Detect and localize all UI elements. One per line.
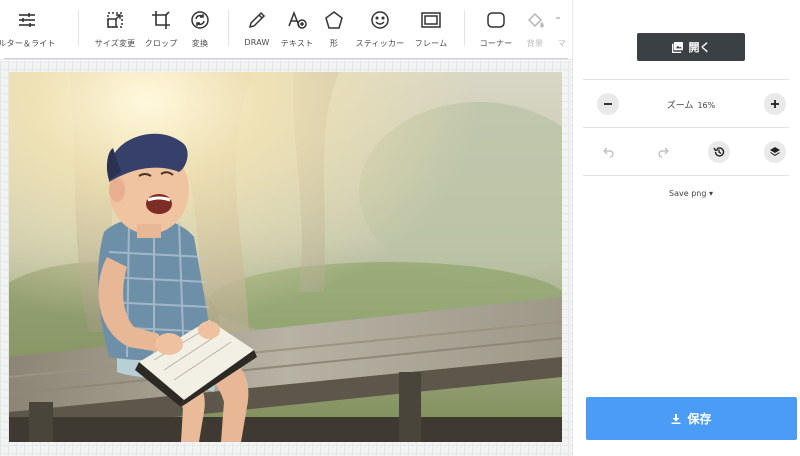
tool-background[interactable]: 背景 (522, 6, 548, 52)
pencil-icon (248, 11, 266, 29)
canvas-image[interactable] (9, 72, 562, 442)
layers-button[interactable] (764, 141, 786, 163)
corner-icon (487, 12, 505, 28)
toolbar-divider (228, 10, 229, 46)
panel-divider (583, 127, 789, 128)
zoom-out-button[interactable] (597, 93, 619, 115)
zoom-in-button[interactable] (764, 93, 786, 115)
toolbar-divider (464, 10, 465, 46)
tool-label: サイズ変更 (94, 39, 136, 48)
tool-resize[interactable]: サイズ変更 (92, 6, 138, 52)
zoom-indicator: ズーム 16% (633, 98, 749, 111)
tool-label: 変換 (191, 39, 209, 48)
tool-transform[interactable]: 変換 (186, 6, 214, 52)
tool-sticker[interactable]: スティッカー (354, 6, 406, 52)
editor-toolbar: ルター＆ライト サイズ変更 クロップ 変換 DRAW テキスト 形 スティッカー… (0, 0, 572, 60)
open-button-label: 開く (688, 41, 711, 54)
save-format-selector[interactable]: Save png ▾ (633, 189, 749, 198)
tool-label: 背景 (526, 39, 544, 48)
frame-icon (421, 12, 441, 28)
save-button-label: 保存 (687, 412, 712, 426)
text-icon (288, 10, 307, 29)
tool-text[interactable]: テキスト (279, 6, 315, 52)
toolbar-scrollbar[interactable] (4, 58, 568, 59)
zoom-value: 16% (697, 101, 716, 110)
resize-icon (107, 12, 123, 28)
canvas-area (0, 61, 572, 456)
images-icon (671, 41, 683, 53)
panel-divider (583, 79, 789, 80)
redo-button[interactable] (657, 145, 671, 159)
panel-divider (583, 175, 789, 176)
caret-down-icon: ▾ (706, 189, 713, 198)
tool-corner[interactable]: コーナー (476, 6, 516, 52)
shape-icon (325, 11, 343, 29)
tool-more[interactable]: マ (553, 6, 571, 52)
toolbar-divider (78, 10, 79, 46)
minus-icon (604, 103, 612, 105)
tool-label: スティッカー (355, 39, 405, 48)
transform-icon (191, 11, 209, 29)
tool-label: フレーム (414, 39, 448, 48)
side-panel: 開く ズーム 16% Save png ▾ 保存 (572, 0, 800, 456)
tool-label: 形 (329, 39, 339, 48)
layers-icon (770, 147, 780, 156)
tool-label: ルター＆ライト (0, 39, 56, 48)
undo-button[interactable] (601, 145, 615, 159)
save-format-label: Save png (669, 189, 707, 198)
tool-label: コーナー (479, 39, 513, 48)
save-button[interactable]: 保存 (586, 397, 797, 440)
tool-filter-light[interactable]: ルター＆ライト (0, 6, 56, 52)
tool-draw[interactable]: DRAW (242, 6, 272, 52)
tool-label: テキスト (280, 39, 314, 48)
tool-shape[interactable]: 形 (322, 6, 346, 52)
sliders-icon (19, 13, 35, 27)
crop-icon (152, 11, 170, 29)
tool-frame[interactable]: フレーム (412, 6, 450, 52)
tool-crop[interactable]: クロップ (143, 6, 179, 52)
open-button[interactable]: 開く (637, 33, 745, 61)
more-icon (556, 17, 560, 19)
photo-boy-reading (9, 72, 562, 442)
history-icon (713, 147, 725, 157)
zoom-label: ズーム (666, 101, 694, 111)
tool-label: マ (557, 39, 567, 48)
fill-icon (527, 12, 544, 28)
history-button[interactable] (708, 141, 730, 163)
tool-label: DRAW (244, 38, 270, 47)
tool-label: クロップ (144, 39, 178, 48)
sticker-icon (371, 11, 389, 29)
undo-icon (603, 147, 614, 158)
redo-icon (658, 147, 669, 158)
plus-icon (771, 100, 779, 108)
download-icon (671, 413, 681, 424)
